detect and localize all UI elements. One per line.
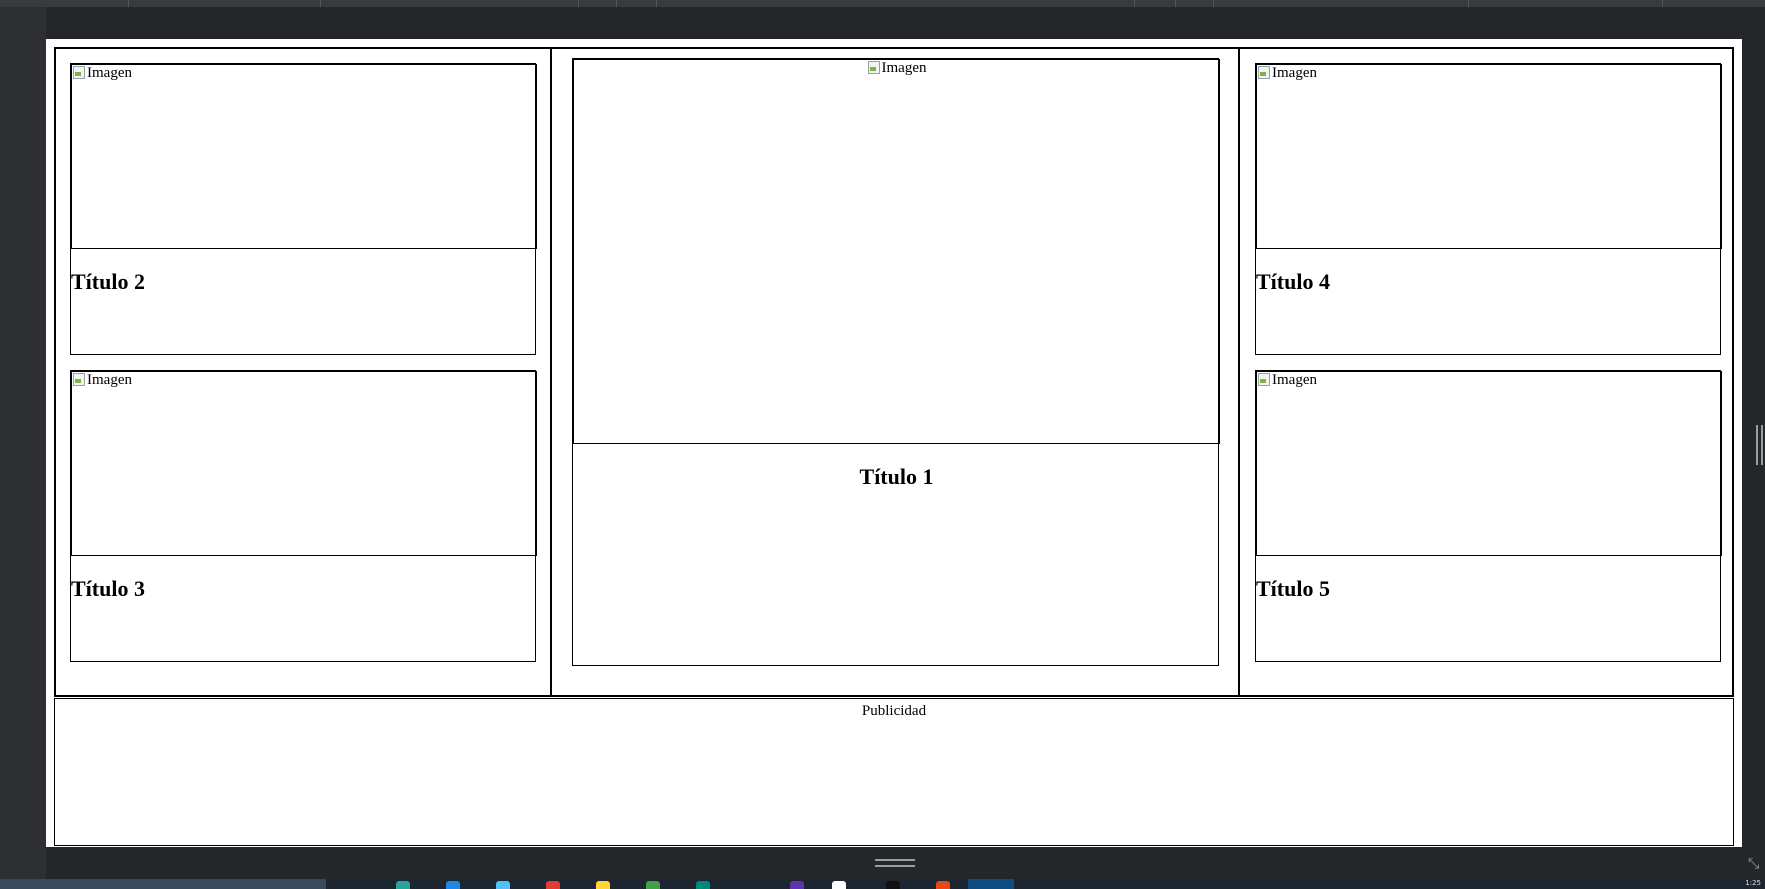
- app-icon[interactable]: [696, 881, 710, 889]
- app-icon[interactable]: [936, 881, 950, 889]
- image-alt-text: Imagen: [881, 60, 927, 76]
- news-title-4[interactable]: Título 4: [1256, 269, 1330, 295]
- left-gutter: [0, 7, 46, 879]
- news-title-2[interactable]: Título 2: [71, 269, 145, 295]
- app-icon[interactable]: [546, 881, 560, 889]
- top-toolbar-strip: [0, 0, 1765, 7]
- advertisement-area: Publicidad: [54, 698, 1734, 846]
- app-icon[interactable]: [886, 881, 900, 889]
- news-card-4[interactable]: Imagen Título 4: [1255, 63, 1722, 355]
- app-icon[interactable]: [396, 881, 410, 889]
- news-image-1: Imagen: [573, 59, 1220, 444]
- image-alt-text: Imagen: [1272, 65, 1317, 81]
- news-image-2: Imagen: [71, 64, 537, 249]
- resize-grip-icon[interactable]: ⤡: [1748, 856, 1764, 872]
- news-title-5[interactable]: Título 5: [1256, 576, 1330, 602]
- app-icon[interactable]: [596, 881, 610, 889]
- horizontal-resize-handle[interactable]: [875, 857, 915, 869]
- broken-image-icon: [1257, 65, 1271, 79]
- app-icon[interactable]: [446, 881, 460, 889]
- app-icon[interactable]: [790, 881, 804, 889]
- news-card-5[interactable]: Imagen Título 5: [1255, 370, 1722, 662]
- column-divider-left: [550, 49, 552, 695]
- news-title-3[interactable]: Título 3: [71, 576, 145, 602]
- news-card-3[interactable]: Imagen Título 3: [70, 370, 537, 662]
- broken-image-icon: [72, 65, 86, 79]
- image-alt-text: Imagen: [87, 65, 132, 81]
- advertisement-label: Publicidad: [861, 703, 927, 719]
- vertical-resize-handle[interactable]: [1756, 425, 1764, 465]
- app-icon[interactable]: [496, 881, 510, 889]
- news-image-5: Imagen: [1256, 371, 1722, 556]
- news-grid: Imagen Título 2 Imagen Título 3 Imagen T…: [54, 47, 1734, 697]
- taskbar-search[interactable]: [0, 879, 326, 889]
- news-image-4: Imagen: [1256, 64, 1722, 249]
- taskbar: 1:25: [0, 879, 1765, 889]
- image-alt-text: Imagen: [87, 372, 132, 388]
- page-preview: Imagen Título 2 Imagen Título 3 Imagen T…: [46, 39, 1742, 847]
- app-icon[interactable]: [646, 881, 660, 889]
- app-icon[interactable]: [832, 881, 846, 889]
- broken-image-icon: [1257, 372, 1271, 386]
- broken-image-icon: [72, 372, 86, 386]
- broken-image-icon: [867, 60, 881, 74]
- news-title-1[interactable]: Título 1: [573, 464, 1220, 490]
- image-alt-text: Imagen: [1272, 372, 1317, 388]
- news-card-1[interactable]: Imagen Título 1: [572, 58, 1220, 666]
- taskbar-active-app[interactable]: [968, 879, 1014, 889]
- news-card-2[interactable]: Imagen Título 2: [70, 63, 537, 355]
- column-divider-right: [1238, 49, 1240, 695]
- taskbar-clock: 1:25: [1745, 879, 1761, 887]
- news-image-3: Imagen: [71, 371, 537, 556]
